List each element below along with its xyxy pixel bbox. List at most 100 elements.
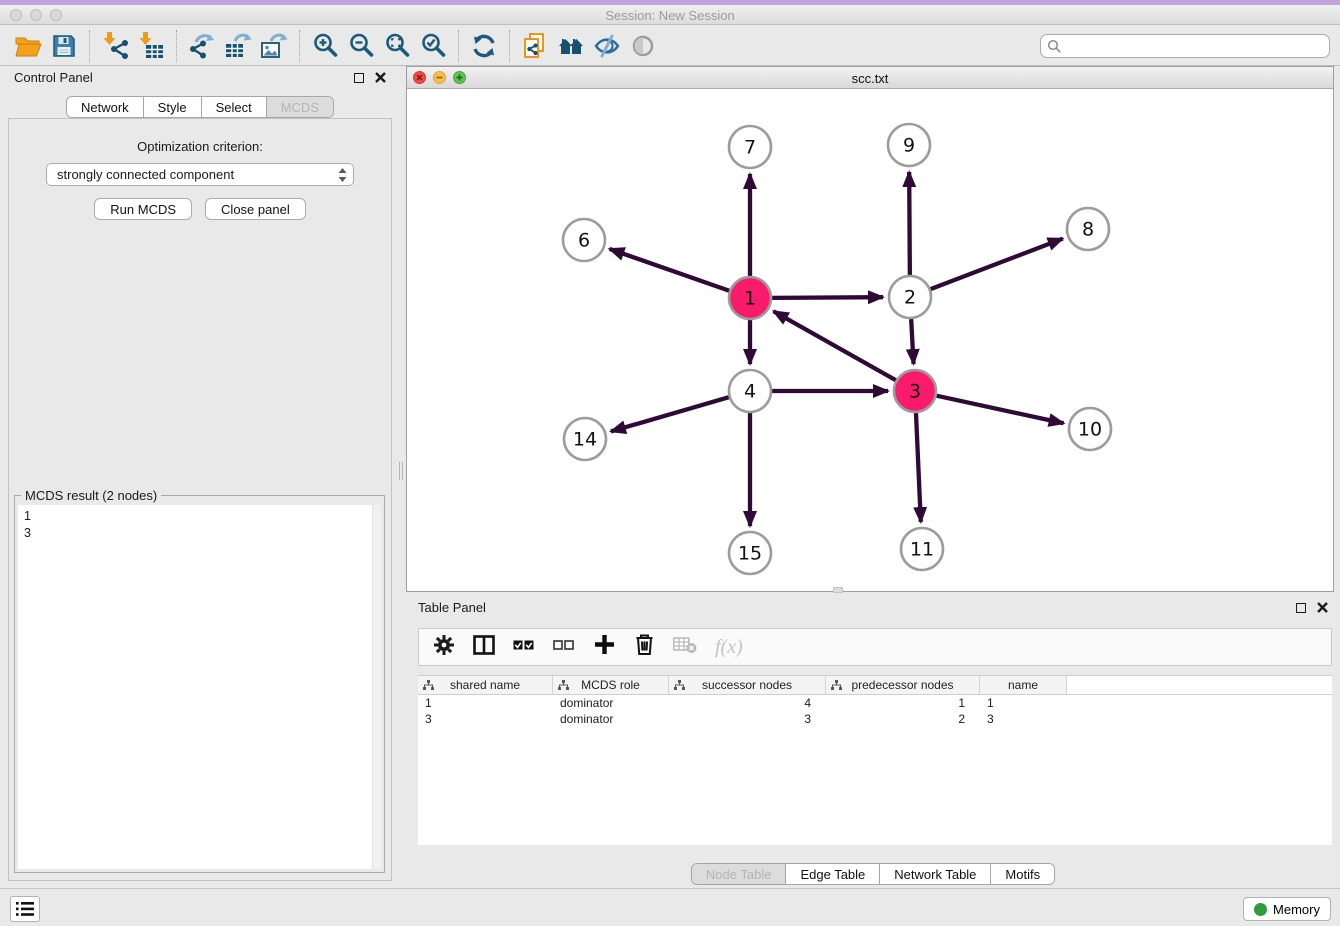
- zoom-out-icon[interactable]: [343, 29, 379, 63]
- mcds-result-area[interactable]: 1 3: [18, 505, 381, 869]
- network-window-titlebar[interactable]: scc.txt: [407, 67, 1333, 89]
- float-panel-icon[interactable]: [354, 73, 364, 83]
- column-header-label: predecessor nodes: [851, 678, 953, 692]
- export-table-icon[interactable]: [220, 29, 256, 63]
- run-mcds-button[interactable]: Run MCDS: [94, 198, 192, 220]
- duplicate-network-icon[interactable]: [517, 29, 553, 63]
- column-header-successor-nodes[interactable]: successor nodes: [669, 676, 826, 694]
- graph-edge-2-3[interactable]: [911, 319, 913, 364]
- hierarchy-icon: [423, 680, 434, 691]
- zoom-in-icon[interactable]: [307, 29, 343, 63]
- result-scrollbar[interactable]: [372, 505, 381, 869]
- graph-node-label-8: 8: [1082, 219, 1094, 241]
- column-header-predecessor-nodes[interactable]: predecessor nodes: [826, 676, 980, 694]
- column-header-shared-name[interactable]: shared name: [418, 676, 553, 694]
- mcds-result-text: 1 3: [18, 505, 381, 545]
- export-image-icon[interactable]: [256, 29, 292, 63]
- graph-edge-3-11[interactable]: [916, 413, 921, 522]
- table-row[interactable]: 1dominator411: [418, 695, 1332, 711]
- tab-mcds[interactable]: MCDS: [266, 97, 333, 117]
- graph-node-label-14: 14: [573, 429, 597, 451]
- save-session-icon[interactable]: [46, 29, 82, 63]
- table-toolbar: f(x): [418, 628, 1332, 666]
- hierarchy-icon: [674, 680, 685, 691]
- search-box[interactable]: [1040, 34, 1330, 58]
- table-cell[interactable]: 1: [418, 695, 553, 711]
- show-all-icon[interactable]: [553, 29, 589, 63]
- tab-edge-table[interactable]: Edge Table: [785, 864, 879, 884]
- delete-column-icon[interactable]: [634, 633, 655, 661]
- eye-disabled-icon: [625, 29, 661, 63]
- hierarchy-icon: [558, 680, 569, 691]
- graph-node-label-1: 1: [744, 288, 756, 310]
- tab-network[interactable]: Network: [67, 97, 143, 117]
- graph-edge-3-1[interactable]: [774, 311, 896, 380]
- graph-edge-1-2[interactable]: [772, 297, 883, 298]
- open-session-icon[interactable]: [10, 29, 46, 63]
- task-history-button[interactable]: [10, 896, 40, 922]
- graph-edge-2-8[interactable]: [931, 239, 1063, 290]
- table-cell[interactable]: 3: [418, 711, 553, 727]
- hide-selected-icon[interactable]: [589, 29, 625, 63]
- close-table-panel-icon[interactable]: [1317, 602, 1328, 613]
- network-window: scc.txt 7968124314101511: [406, 66, 1334, 592]
- graph-edge-2-9[interactable]: [909, 172, 910, 275]
- mcds-result-title: MCDS result (2 nodes): [21, 488, 161, 503]
- select-all-icon[interactable]: [513, 634, 535, 661]
- table-body[interactable]: 1dominator4113dominator323: [418, 695, 1332, 845]
- zoom-fit-icon[interactable]: [379, 29, 415, 63]
- column-view-icon[interactable]: [473, 634, 495, 661]
- table-cell[interactable]: dominator: [553, 695, 669, 711]
- vertical-splitter-handle[interactable]: [399, 462, 403, 480]
- graph-node-label-2: 2: [904, 287, 916, 309]
- node-table[interactable]: shared nameMCDS rolesuccessor nodes prede…: [418, 675, 1332, 845]
- export-network-icon[interactable]: [184, 29, 220, 63]
- table-cell[interactable]: 1: [980, 695, 1067, 711]
- toolbar-separator: [89, 30, 90, 62]
- deselect-all-icon[interactable]: [553, 634, 575, 661]
- status-bar: Memory: [0, 888, 1340, 926]
- table-cell[interactable]: 3: [980, 711, 1067, 727]
- table-cell[interactable]: dominator: [553, 711, 669, 727]
- gear-icon[interactable]: [433, 634, 455, 661]
- column-header-label: name: [1008, 678, 1038, 692]
- zoom-selected-icon[interactable]: [415, 29, 451, 63]
- column-header-MCDS-role[interactable]: MCDS role: [553, 676, 669, 694]
- tab-motifs[interactable]: Motifs: [990, 864, 1054, 884]
- search-input[interactable]: [1062, 39, 1329, 54]
- import-table-icon[interactable]: [133, 29, 169, 63]
- toolbar-separator: [176, 30, 177, 62]
- graph-node-label-15: 15: [738, 543, 762, 565]
- close-panel-button[interactable]: Close panel: [205, 198, 306, 220]
- table-cell[interactable]: 1: [826, 695, 980, 711]
- control-panel-tabs: NetworkStyleSelectMCDS: [66, 96, 334, 118]
- graph-edge-3-10[interactable]: [936, 396, 1063, 424]
- graph-node-label-6: 6: [578, 230, 590, 252]
- table-row[interactable]: 3dominator323: [418, 711, 1332, 727]
- network-canvas[interactable]: 7968124314101511: [407, 89, 1333, 591]
- column-header-name[interactable]: name: [980, 676, 1067, 694]
- graph-edge-4-14[interactable]: [611, 397, 729, 431]
- table-cell[interactable]: 4: [669, 695, 826, 711]
- add-column-icon[interactable]: [593, 633, 616, 661]
- horizontal-splitter-handle[interactable]: [833, 587, 843, 593]
- memory-button[interactable]: Memory: [1243, 897, 1331, 921]
- apply-layout-icon[interactable]: [466, 29, 502, 63]
- network-graph[interactable]: 7968124314101511: [407, 89, 1333, 591]
- import-network-icon[interactable]: [97, 29, 133, 63]
- float-table-panel-icon[interactable]: [1296, 603, 1306, 613]
- tab-style[interactable]: Style: [143, 97, 201, 117]
- main-toolbar: [0, 26, 1340, 66]
- table-cell[interactable]: 2: [826, 711, 980, 727]
- graph-edge-1-6[interactable]: [609, 249, 729, 291]
- tab-network-table[interactable]: Network Table: [879, 864, 990, 884]
- memory-label: Memory: [1273, 902, 1320, 917]
- criterion-dropdown[interactable]: strongly connected component: [46, 163, 354, 186]
- toolbar-separator: [299, 30, 300, 62]
- graph-node-label-3: 3: [909, 381, 921, 403]
- close-panel-icon[interactable]: [375, 72, 386, 83]
- graph-node-label-4: 4: [744, 381, 756, 403]
- table-cell[interactable]: 3: [669, 711, 826, 727]
- tab-select[interactable]: Select: [201, 97, 266, 117]
- tab-node-table[interactable]: Node Table: [692, 864, 786, 884]
